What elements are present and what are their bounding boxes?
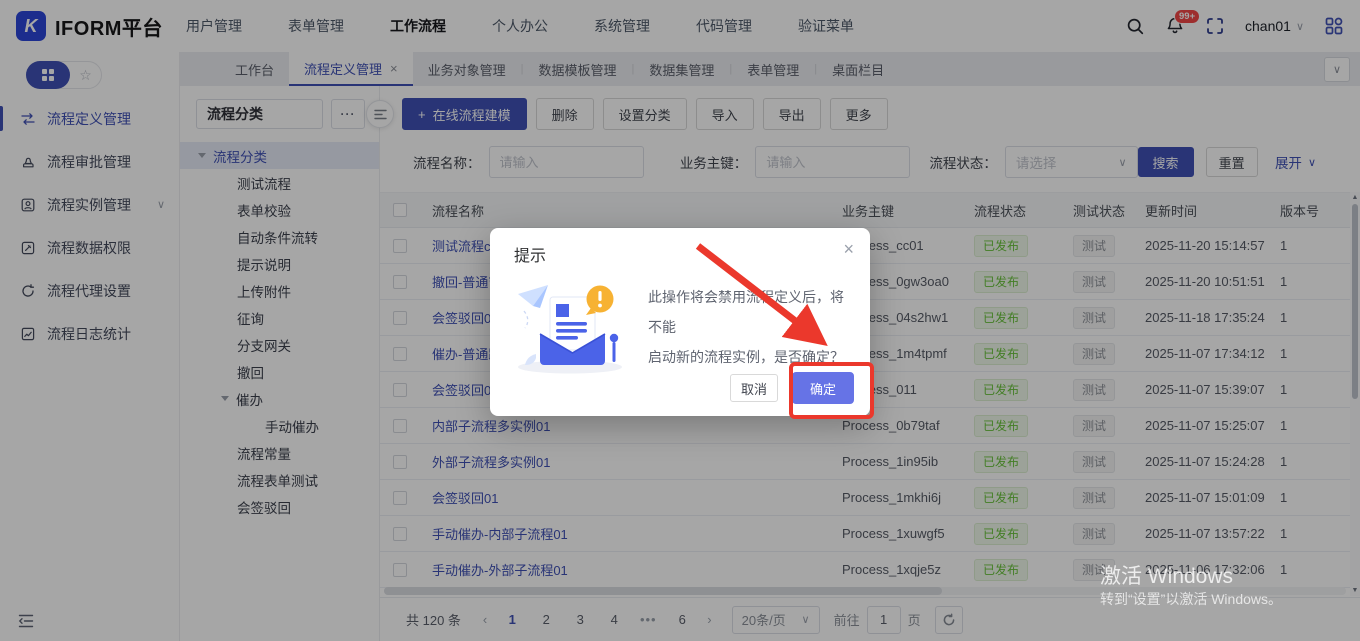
- dialog-title: 提示: [514, 242, 546, 266]
- close-icon[interactable]: ×: [843, 239, 854, 260]
- cancel-button[interactable]: 取消: [730, 374, 778, 402]
- dialog-message: 此操作将会禁用流程定义后，将不能 启动新的流程实例，是否确定？: [648, 282, 856, 372]
- mail-illustration: [510, 274, 632, 379]
- confirm-dialog: 提示 × 此操作将会禁用流程定义后，将不能 启动新的流程实例，是否确定？ 取消: [490, 228, 870, 416]
- confirm-button[interactable]: 确定: [792, 372, 854, 404]
